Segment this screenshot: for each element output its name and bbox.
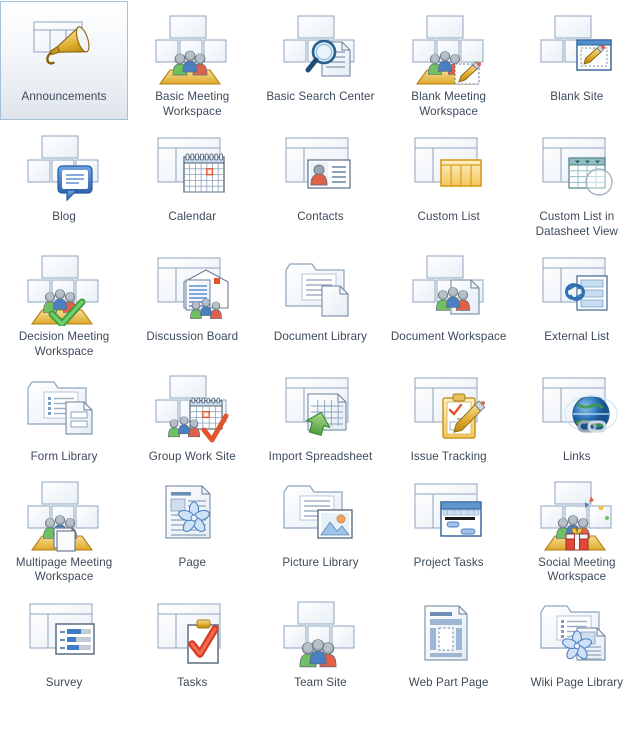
template-tile[interactable]: Project Tasks [385,467,513,586]
template-tile-label: Project Tasks [413,555,484,569]
template-tile[interactable]: Blank Site [513,1,641,120]
template-tile-label: Page [178,555,207,569]
contacts-icon [277,132,363,206]
template-tile-label: Survey [45,675,83,689]
template-tile[interactable]: Tasks [128,587,256,692]
template-tile[interactable]: Basic Meeting Workspace [128,1,256,120]
template-tile-label: Tasks [177,675,208,689]
template-gallery-grid: Announcements Basic Meeting Workspace Ba… [0,0,641,691]
blank-site-icon [534,12,620,86]
template-tile[interactable]: Group Work Site [128,361,256,466]
social-meeting-workspace-icon [534,478,620,552]
links-icon [534,372,620,446]
template-tile[interactable]: Announcements [0,1,129,120]
template-tile[interactable]: Blog [0,121,128,240]
template-tile-label: Decision Meeting Workspace [18,330,110,358]
template-tile-label: Group Work Site [148,450,236,463]
template-tile-label: Blog [52,210,76,223]
template-tile-label: Team Site [294,675,347,689]
custom-list-datasheet-icon [534,132,620,206]
template-tile[interactable]: External List [513,241,641,360]
template-tile-label: Blank Site [550,90,604,103]
decision-meeting-workspace-icon [21,252,107,326]
template-tile-label: Links [563,450,591,463]
template-tile[interactable]: Import Spreadsheet [256,361,384,466]
template-tile-label: Import Spreadsheet [268,450,373,463]
basic-meeting-workspace-icon [149,12,235,86]
basic-search-center-icon [277,12,363,86]
template-tile[interactable]: Team Site [256,587,384,692]
template-tile[interactable]: Page [128,467,256,586]
template-tile-label: Announcements [21,90,107,103]
template-tile[interactable]: Basic Search Center [256,1,384,120]
group-work-site-icon [149,372,235,446]
template-tile[interactable]: Decision Meeting Workspace [0,241,128,360]
document-workspace-icon [406,252,492,326]
template-tile-label: Form Library [30,450,98,463]
template-tile[interactable]: Form Library [0,361,128,466]
template-tile-label: Calendar [168,210,217,223]
import-spreadsheet-icon [277,372,363,446]
template-tile[interactable]: Wiki Page Library [513,587,641,692]
template-tile[interactable]: Document Library [256,241,384,360]
template-tile[interactable]: Custom List [385,121,513,240]
template-tile-label: Contacts [297,210,344,223]
template-tile-label: Basic Meeting Workspace [155,90,230,118]
wiki-page-library-icon [534,598,620,672]
discussion-board-icon [149,252,235,326]
template-tile[interactable]: Survey [0,587,128,692]
template-tile-label: Basic Search Center [266,90,375,103]
blog-icon [21,132,107,206]
template-tile-label: Wiki Page Library [530,675,624,689]
template-tile[interactable]: Calendar [128,121,256,240]
template-tile-label: Blank Meeting Workspace [411,90,487,118]
document-library-icon [277,252,363,326]
template-tile-label: Picture Library [282,555,359,569]
template-tile[interactable]: Issue Tracking [385,361,513,466]
template-tile[interactable]: Discussion Board [128,241,256,360]
template-tile-label: Document Workspace [390,330,507,343]
template-tile-label: Social Meeting Workspace [538,555,616,584]
tasks-icon [149,598,235,672]
template-tile-label: External List [544,330,610,343]
template-tile[interactable]: Multipage Meeting Workspace [0,467,128,586]
template-tile[interactable]: Links [513,361,641,466]
template-tile[interactable]: Custom List in Datasheet View [513,121,641,240]
template-tile-label: Multipage Meeting Workspace [15,555,113,584]
template-tile-label: Issue Tracking [410,450,487,463]
template-tile-label: Custom List [417,210,480,223]
survey-icon [21,598,107,672]
external-list-icon [534,252,620,326]
calendar-icon [149,132,235,206]
page-icon [149,478,235,552]
picture-library-icon [277,478,363,552]
announcements-icon [21,12,107,86]
team-site-icon [277,598,363,672]
template-tile[interactable]: Contacts [256,121,384,240]
project-tasks-icon [406,478,492,552]
template-tile-label: Custom List in Datasheet View [535,210,619,238]
web-part-page-icon [406,598,492,672]
form-library-icon [21,372,107,446]
issue-tracking-icon [406,372,492,446]
template-tile[interactable]: Social Meeting Workspace [513,467,641,586]
template-tile[interactable]: Web Part Page [385,587,513,692]
template-tile-label: Web Part Page [408,675,489,689]
template-tile[interactable]: Picture Library [256,467,384,586]
template-tile-label: Discussion Board [146,330,239,343]
template-tile[interactable]: Document Workspace [385,241,513,360]
template-tile[interactable]: Blank Meeting Workspace [385,1,513,120]
multipage-meeting-workspace-icon [21,478,107,552]
template-tile-label: Document Library [273,330,368,343]
custom-list-icon [406,132,492,206]
blank-meeting-workspace-icon [406,12,492,86]
